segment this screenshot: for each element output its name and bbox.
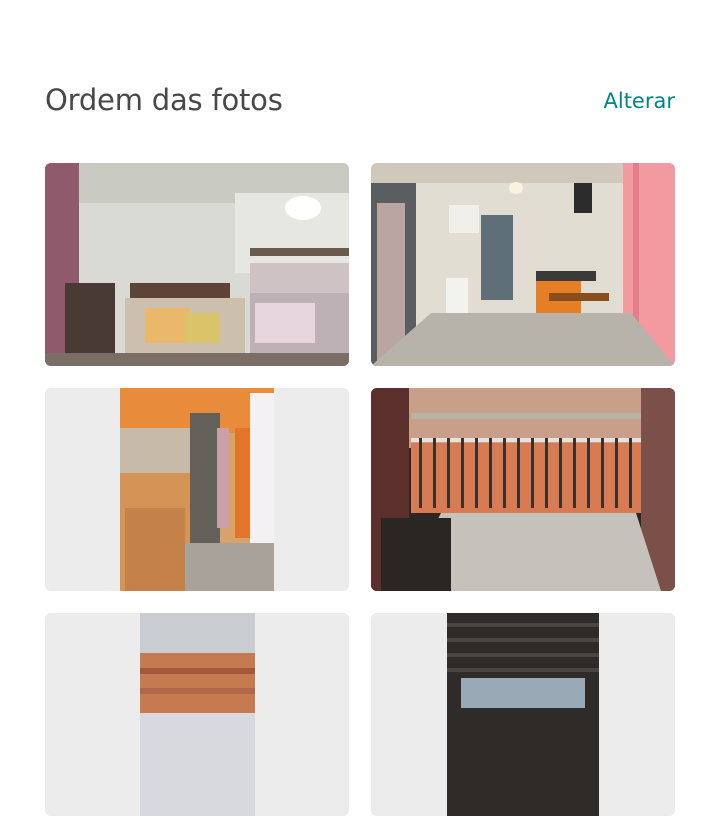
- photo-card-5[interactable]: [45, 613, 349, 816]
- photo-rooftops: [45, 613, 349, 816]
- photo-card-1[interactable]: [45, 163, 349, 366]
- photo-terrace: [371, 613, 675, 816]
- photo-doorway: [45, 388, 349, 591]
- photo-card-6[interactable]: [371, 613, 675, 816]
- photo-card-4[interactable]: [371, 388, 675, 591]
- photo-balcony: [371, 388, 675, 591]
- photo-order-header: Ordem das fotos Alterar: [45, 80, 675, 124]
- photo-bedroom: [45, 163, 349, 366]
- change-order-link[interactable]: Alterar: [604, 86, 676, 116]
- photo-card-3[interactable]: [45, 388, 349, 591]
- photo-kitchen: [371, 163, 675, 366]
- photo-card-2[interactable]: [371, 163, 675, 366]
- page-title: Ordem das fotos: [45, 83, 283, 117]
